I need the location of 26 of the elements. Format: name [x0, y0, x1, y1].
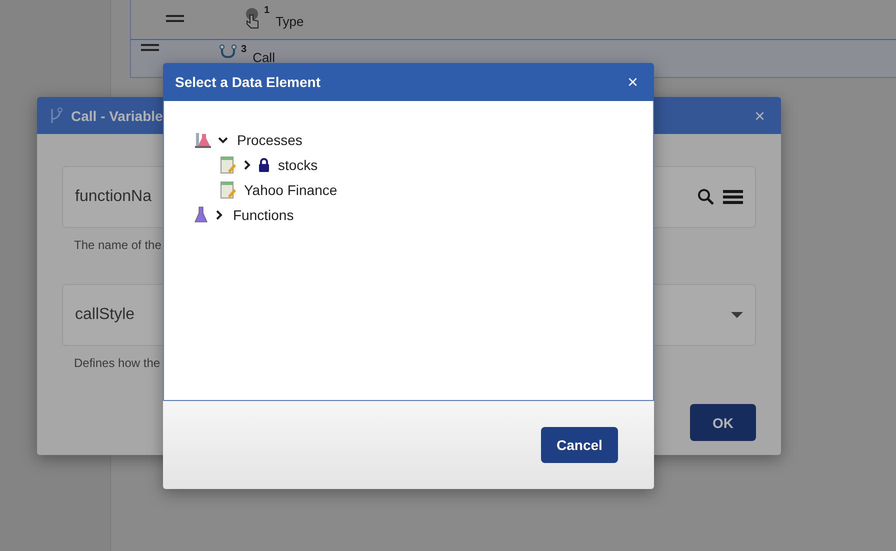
- help-text: Defines how the: [74, 356, 162, 370]
- cancel-button[interactable]: Cancel: [541, 427, 618, 463]
- document-pencil-icon: [220, 180, 236, 198]
- tree-item[interactable]: stocks: [278, 156, 318, 172]
- drag-handle-icon[interactable]: [166, 14, 184, 22]
- row-number: 3: [241, 44, 247, 55]
- dialog-title: Call - Variable: [71, 108, 164, 124]
- document-pencil-icon: [220, 156, 236, 174]
- lab-flasks-icon: [194, 130, 212, 148]
- row-label: Call: [252, 50, 275, 65]
- dropdown-caret-icon[interactable]: [731, 312, 743, 318]
- list-icon[interactable]: [723, 189, 743, 205]
- branch-icon: [49, 106, 63, 124]
- branch-icon: [219, 44, 239, 60]
- row-number: 1: [264, 5, 270, 16]
- flask-icon: [194, 206, 208, 224]
- drag-handle-icon[interactable]: [141, 44, 159, 51]
- tree-item[interactable]: Yahoo Finance: [244, 182, 338, 198]
- ok-button[interactable]: OK: [690, 404, 756, 441]
- row-label: Type: [276, 14, 304, 28]
- dialog-title: Select a Data Element: [175, 74, 322, 90]
- close-button[interactable]: ×: [623, 73, 642, 91]
- tree-item[interactable]: Functions: [233, 206, 294, 222]
- search-icon[interactable]: [697, 188, 715, 206]
- tree-item[interactable]: Processes: [237, 132, 302, 148]
- help-text: The name of the: [74, 238, 162, 252]
